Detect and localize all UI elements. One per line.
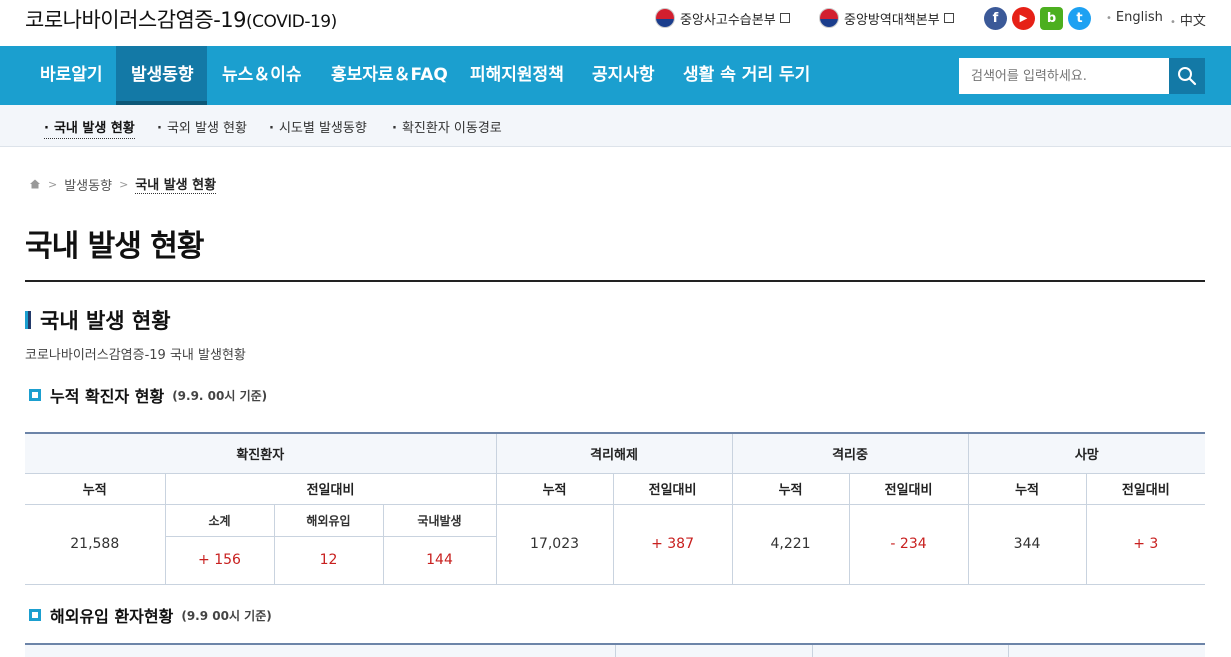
main-nav: 바로알기 발생동향 뉴스＆이슈 홍보자료＆FAQ 피해지원정책 공지사항 생활 … — [0, 46, 1231, 105]
government-emblem-icon — [819, 8, 839, 28]
lang-english[interactable]: English — [1106, 10, 1163, 25]
search-button[interactable] — [1169, 58, 1205, 94]
header-daily-change: 전일대비 — [848, 472, 969, 505]
confirmed-total: 21,588 — [25, 503, 166, 585]
square-bullet-icon — [29, 609, 41, 621]
chevron-right-icon: > — [119, 177, 129, 191]
agency-label: 중앙방역대책본부 — [844, 12, 940, 28]
header-cumulative: 누적 — [495, 472, 614, 505]
header-cumulative: 누적 — [25, 472, 166, 505]
section-bar-icon — [25, 311, 31, 329]
header-isolated: 격리중 — [731, 432, 969, 474]
header-confirmed: 확진환자 — [25, 432, 497, 474]
table-divider — [615, 645, 616, 657]
confirmed-daily-imported: 12 — [273, 535, 384, 585]
external-link-icon — [943, 13, 954, 23]
lang-chinese[interactable]: 中文 — [1170, 10, 1206, 29]
header-daily-change: 전일대비 — [612, 472, 733, 505]
nav-item-support[interactable]: 피해지원정책 — [470, 46, 564, 105]
nav-item-distancing[interactable]: 생활 속 거리 두기 — [683, 46, 810, 105]
header-imported: 해외유입 — [273, 503, 384, 537]
top-header: 코로나바이러스감염증-19(COVID-19) 중앙사고수습본부 중앙방역대책본… — [0, 0, 1231, 46]
sub-nav: 국내 발생 현황 국외 발생 현황 시도별 발생동향 확진환자 이동경로 — [0, 105, 1231, 147]
subnav-item-overseas[interactable]: 국외 발생 현황 — [157, 117, 247, 136]
confirmed-daily-local: 144 — [382, 535, 497, 585]
page-title: 국내 발생 현황 — [25, 229, 204, 264]
header-local: 국내발생 — [382, 503, 497, 537]
nav-item-about[interactable]: 바로알기 — [40, 46, 103, 105]
table-divider — [812, 645, 813, 657]
breadcrumb-current: 국내 발생 현황 — [135, 174, 217, 194]
imported-cases-table — [25, 643, 1205, 657]
deaths-daily: + 3 — [1085, 503, 1206, 585]
subsection-date-note: (9.9 00시 기준) — [181, 608, 272, 623]
confirmed-daily-subtotal: + 156 — [165, 535, 275, 585]
subsection-title-text: 해외유입 환자현황 — [50, 607, 174, 626]
agency-link-prevention[interactable]: 중앙방역대책본부 — [819, 8, 954, 28]
cumulative-cases-table: 확진환자 격리해제 격리중 사망 누적 전일대비 누적 전일대비 누적 전일대비… — [25, 432, 1206, 585]
header-deaths: 사망 — [967, 432, 1206, 474]
agency-link-headquarters[interactable]: 중앙사고수습본부 — [655, 8, 790, 28]
header-cumulative: 누적 — [967, 472, 1087, 505]
title-divider — [25, 280, 1205, 282]
header-subtotal: 소계 — [164, 503, 275, 537]
nav-item-notice[interactable]: 공지사항 — [592, 46, 655, 105]
nav-item-faq[interactable]: 홍보자료＆FAQ — [331, 46, 448, 105]
home-icon[interactable] — [29, 178, 41, 190]
header-daily-change: 전일대비 — [1085, 472, 1206, 505]
header-daily-change: 전일대비 — [164, 472, 497, 505]
subsection-title-text: 누적 확진자 현황 — [50, 387, 165, 406]
subnav-item-domestic[interactable]: 국내 발생 현황 — [44, 117, 135, 139]
section-description: 코로나바이러스감염증-19 국내 발생현황 — [25, 348, 246, 363]
site-title[interactable]: 코로나바이러스감염증-19(COVID-19) — [25, 4, 337, 34]
header-cumulative: 누적 — [731, 472, 850, 505]
blog-icon[interactable]: b — [1040, 7, 1063, 30]
agency-label: 중앙사고수습본부 — [680, 12, 776, 28]
site-title-main: 코로나바이러스감염증-19 — [25, 8, 247, 32]
released-total: 17,023 — [495, 503, 614, 585]
site-title-sub: (COVID-19) — [246, 12, 337, 32]
subsection-title-imported: 해외유입 환자현황 (9.9 00시 기준) — [29, 603, 272, 627]
facebook-icon[interactable]: f — [984, 7, 1007, 30]
twitter-icon[interactable]: t — [1068, 7, 1091, 30]
nav-item-news[interactable]: 뉴스＆이슈 — [222, 46, 302, 105]
youtube-icon[interactable]: ▶ — [1012, 7, 1035, 30]
table-divider — [1008, 645, 1009, 657]
chevron-right-icon: > — [48, 177, 58, 191]
subsection-date-note: (9.9. 00시 기준) — [172, 388, 268, 403]
header-released: 격리해제 — [495, 432, 733, 474]
isolated-total: 4,221 — [731, 503, 850, 585]
section-title-text: 국내 발생 현황 — [40, 309, 171, 333]
section-title: 국내 발생 현황 — [25, 305, 171, 335]
square-bullet-icon — [29, 389, 41, 401]
search-input[interactable] — [959, 58, 1169, 94]
subnav-item-route[interactable]: 확진환자 이동경로 — [392, 117, 502, 136]
nav-item-trend[interactable]: 발생동향 — [116, 46, 207, 105]
external-link-icon — [779, 13, 790, 23]
deaths-total: 344 — [967, 503, 1087, 585]
subnav-item-regional[interactable]: 시도별 발생동향 — [269, 117, 367, 136]
breadcrumb-item[interactable]: 발생동향 — [64, 175, 112, 194]
released-daily: + 387 — [612, 503, 733, 585]
subsection-title: 누적 확진자 현황 (9.9. 00시 기준) — [29, 383, 267, 407]
breadcrumb: > 발생동향 > 국내 발생 현황 — [29, 174, 217, 194]
isolated-daily: - 234 — [848, 503, 969, 585]
search-icon — [1178, 67, 1197, 86]
government-emblem-icon — [655, 8, 675, 28]
